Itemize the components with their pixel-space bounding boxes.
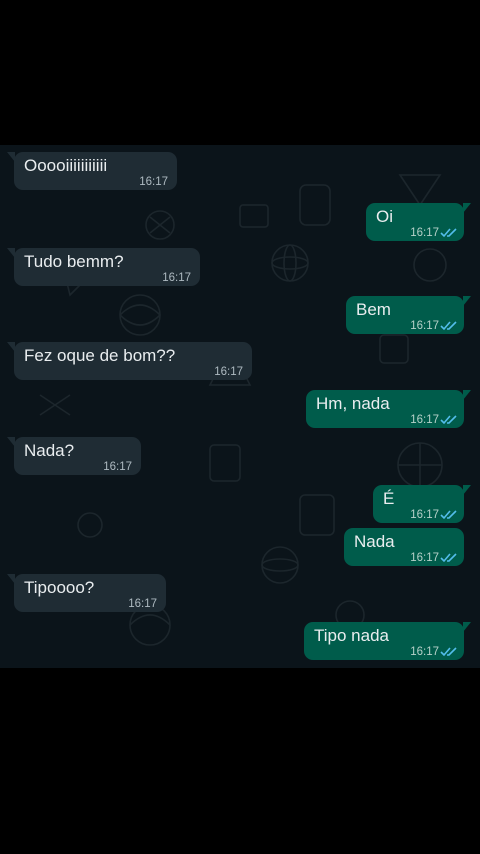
- message-time: 16:17: [410, 227, 439, 239]
- double-check-read-icon: [440, 415, 457, 425]
- message-incoming[interactable]: Tudo bemm? 16:17: [7, 248, 200, 286]
- message-text: Tudo bemm?: [24, 252, 124, 271]
- message-outgoing[interactable]: Tipo nada 16:17: [304, 622, 471, 660]
- double-check-read-icon: [440, 228, 457, 238]
- screen: Ooooiiiiiiiiiii 16:17 Oi 16:17 Tudo bemm…: [0, 0, 480, 854]
- message-text: Oi: [376, 207, 393, 226]
- double-check-read-icon: [440, 553, 457, 563]
- bubble-tail: [463, 485, 471, 495]
- message-time: 16:17: [410, 320, 439, 332]
- message-outgoing[interactable]: Nada 16:17: [344, 528, 464, 566]
- message-time: 16:17: [410, 646, 439, 658]
- message-text: Hm, nada: [316, 394, 390, 413]
- message-time: 16:17: [214, 366, 243, 378]
- message-outgoing[interactable]: Oi 16:17: [366, 203, 471, 241]
- message-time: 16:17: [162, 272, 191, 284]
- message-time: 16:17: [410, 414, 439, 426]
- message-time: 16:17: [139, 176, 168, 188]
- message-text: Fez oque de bom??: [24, 346, 176, 365]
- bubble-tail: [7, 342, 15, 352]
- bubble-tail: [463, 296, 471, 306]
- message-outgoing[interactable]: Bem 16:17: [346, 296, 471, 334]
- double-check-read-icon: [440, 321, 457, 331]
- message-outgoing[interactable]: É 16:17: [373, 485, 471, 523]
- message-time: 16:17: [410, 552, 439, 564]
- chat-area[interactable]: Ooooiiiiiiiiiii 16:17 Oi 16:17 Tudo bemm…: [0, 145, 480, 668]
- message-time: 16:17: [410, 509, 439, 521]
- message-time: 16:17: [128, 598, 157, 610]
- message-time: 16:17: [103, 461, 132, 473]
- double-check-read-icon: [440, 510, 457, 520]
- message-outgoing[interactable]: Hm, nada 16:17: [306, 390, 471, 428]
- message-incoming[interactable]: Fez oque de bom?? 16:17: [7, 342, 252, 380]
- bubble-tail: [7, 248, 15, 258]
- message-text: Bem: [356, 300, 391, 319]
- message-text: Nada?: [24, 441, 75, 460]
- message-incoming[interactable]: Ooooiiiiiiiiiii 16:17: [7, 152, 177, 190]
- message-incoming[interactable]: Tipoooo? 16:17: [7, 574, 166, 612]
- bubble-tail: [7, 574, 15, 584]
- bubble-tail: [7, 152, 15, 162]
- message-text: Ooooiiiiiiiiiii: [24, 156, 108, 175]
- bubble-tail: [463, 203, 471, 213]
- message-text: Nada: [354, 532, 395, 551]
- message-text: Tipo nada: [314, 626, 389, 645]
- double-check-read-icon: [440, 647, 457, 657]
- message-text: Tipoooo?: [24, 578, 95, 597]
- message-incoming[interactable]: Nada? 16:17: [7, 437, 141, 475]
- bubble-tail: [463, 390, 471, 400]
- bubble-tail: [463, 622, 471, 632]
- message-text: É: [383, 489, 395, 508]
- bubble-tail: [7, 437, 15, 447]
